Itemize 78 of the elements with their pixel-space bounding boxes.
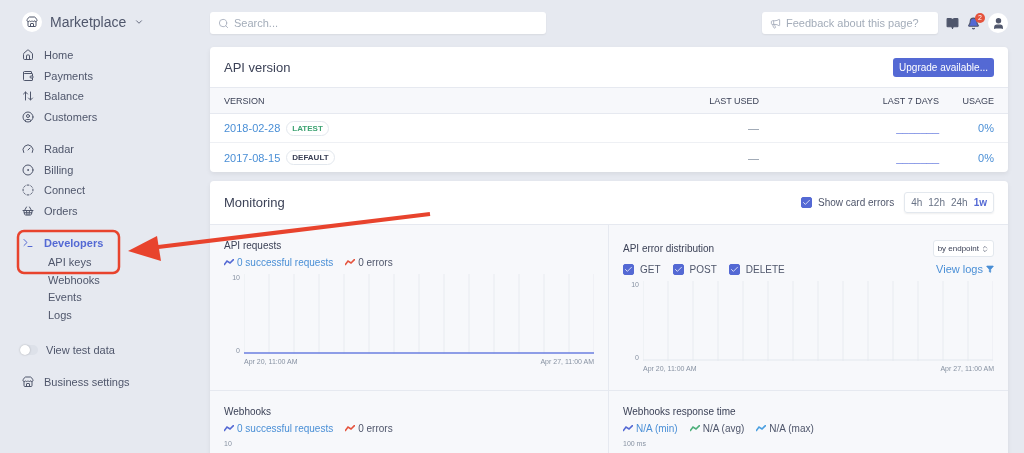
- checkbox-label: GET: [640, 263, 661, 275]
- nav-item[interactable]: Business settings: [22, 373, 200, 390]
- toggle-switch[interactable]: [20, 344, 38, 355]
- column-header: LAST 7 DAYS: [773, 87, 953, 114]
- card-title: Monitoring: [224, 195, 285, 210]
- feedback-field[interactable]: Feedback about this page?: [762, 12, 938, 34]
- table-cell-text: —: [747, 150, 760, 166]
- legend-label: 0 successful requests: [237, 423, 334, 434]
- panel-title: Webhooks: [224, 406, 273, 417]
- panel-title: Webhooks response time: [623, 406, 737, 417]
- range-tab[interactable]: 4h: [911, 197, 923, 208]
- column-header: LAST USED: [583, 87, 773, 114]
- house-icon: [22, 49, 34, 62]
- chevron-down-icon[interactable]: [134, 17, 145, 27]
- terminal-icon: [22, 237, 34, 250]
- checkbox[interactable]: [623, 263, 634, 275]
- dashed-circle-icon: [22, 184, 34, 197]
- card-title: API version: [224, 59, 291, 75]
- nav-item[interactable]: Customers: [22, 108, 200, 125]
- megaphone-icon: [770, 18, 781, 29]
- book-icon[interactable]: [946, 16, 959, 30]
- avatar-icon[interactable]: [988, 13, 1008, 33]
- bell-icon[interactable]: [967, 16, 980, 30]
- filter-icon: [986, 265, 994, 273]
- checkbox-label: POST: [689, 263, 717, 275]
- usage-sparkline: _______: [895, 150, 941, 166]
- checkbox[interactable]: [728, 263, 740, 275]
- search-icon: [218, 18, 229, 29]
- checkbox-label: Show card errors: [818, 197, 895, 208]
- legend-label: N/A (min): [636, 423, 678, 434]
- account-name[interactable]: Marketplace: [50, 14, 127, 30]
- table-cell: 0%: [953, 114, 1008, 143]
- nav-subitem[interactable]: Logs: [22, 308, 200, 322]
- checkbox[interactable]: [801, 197, 812, 208]
- dot-circle-icon: [22, 163, 34, 176]
- range-tab[interactable]: 1w: [973, 197, 987, 208]
- upgrade-button[interactable]: Upgrade available...: [893, 57, 994, 77]
- column-header: USAGE: [953, 87, 1008, 114]
- version-link[interactable]: 2017-08-15: [224, 151, 281, 164]
- group-by-select[interactable]: by endpoint: [932, 240, 994, 257]
- nav-item[interactable]: Developers: [22, 235, 200, 252]
- checkbox[interactable]: [672, 263, 684, 275]
- toggle-label: View test data: [46, 343, 115, 356]
- nav-item[interactable]: Home: [22, 47, 200, 64]
- version-link[interactable]: 2018-02-28: [224, 122, 281, 134]
- range-tab[interactable]: 24h: [950, 197, 968, 208]
- user-icon: [22, 110, 34, 123]
- nav-item[interactable]: Connect: [22, 182, 200, 199]
- table-cell: —: [583, 114, 773, 143]
- nav-item[interactable]: Balance: [22, 88, 200, 105]
- view-logs-link[interactable]: View logs: [936, 263, 983, 275]
- gauge-icon: [22, 143, 34, 156]
- nav-item[interactable]: Billing: [22, 161, 200, 178]
- table-cell-text: 0%: [977, 150, 995, 166]
- range-tab[interactable]: 12h: [928, 197, 945, 208]
- legend-label: 0 successful requests: [237, 257, 334, 268]
- wallet-icon: [22, 69, 34, 82]
- nav-item[interactable]: Radar: [22, 141, 200, 158]
- checkbox-label: DELETE: [745, 263, 785, 275]
- legend-label: N/A (avg): [702, 423, 745, 434]
- legend-label: 0 errors: [358, 423, 393, 434]
- search-field[interactable]: Search...: [210, 12, 546, 34]
- up-down-chevrons-icon: [981, 244, 989, 253]
- column-header: VERSION: [210, 87, 583, 114]
- store-icon: [22, 375, 34, 388]
- nav-item[interactable]: Orders: [22, 202, 200, 219]
- usage-sparkline: _______: [773, 114, 953, 143]
- basket-icon: [22, 204, 34, 217]
- nav-subitem[interactable]: Webhooks: [22, 273, 200, 287]
- panel-title: API requests: [224, 240, 283, 251]
- nav-subitem[interactable]: API keys: [22, 255, 200, 269]
- panel-title: API error distribution: [623, 243, 715, 254]
- legend-label: 0 errors: [358, 257, 393, 268]
- store-logo-icon: [22, 12, 42, 32]
- legend-label: N/A (max): [769, 423, 814, 434]
- nav-subitem[interactable]: Events: [22, 290, 200, 304]
- up-down-arrows-icon: [22, 90, 34, 103]
- nav-item[interactable]: Payments: [22, 67, 200, 84]
